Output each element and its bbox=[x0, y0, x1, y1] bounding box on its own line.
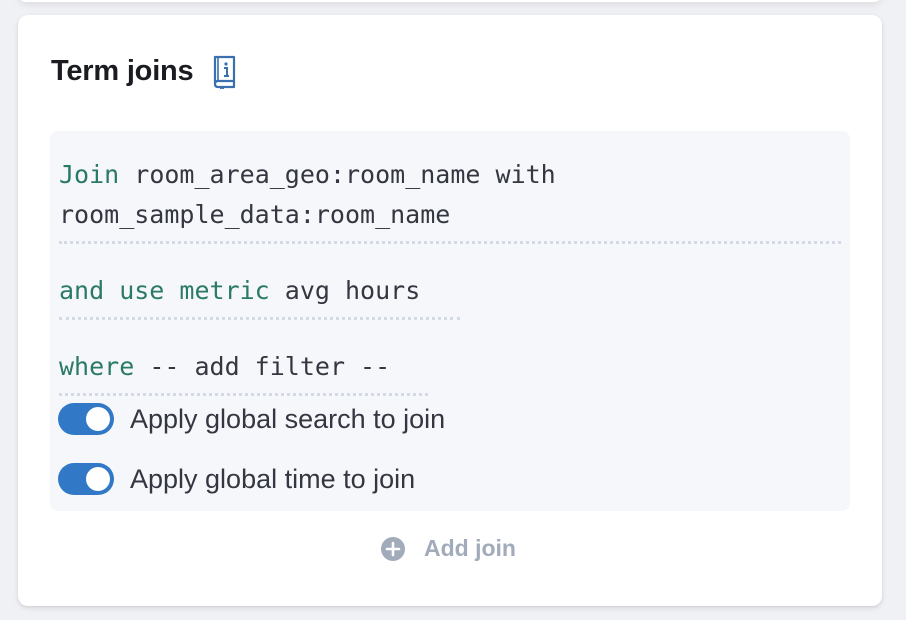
metric-keyword: and use metric bbox=[59, 276, 270, 305]
where-filter-text: -- add filter -- bbox=[149, 352, 391, 381]
panel-header: Term joins bbox=[51, 53, 240, 90]
join-expression-box: Join room_area_geo:room_name with room_s… bbox=[50, 131, 850, 511]
join-left-source-expression[interactable]: Join room_area_geo:room_name with bbox=[59, 155, 556, 195]
previous-panel-edge bbox=[18, 0, 882, 2]
where-keyword: where bbox=[59, 352, 135, 381]
join-left-source-text: room_area_geo:room_name with bbox=[134, 160, 556, 189]
global-search-toggle[interactable] bbox=[58, 403, 114, 435]
join-right-source-text: room_sample_data:room_name bbox=[59, 200, 451, 229]
global-search-toggle-row[interactable]: Apply global search to join bbox=[58, 403, 445, 435]
global-time-toggle-row[interactable]: Apply global time to join bbox=[58, 463, 415, 495]
metric-text: avg hours bbox=[284, 276, 421, 305]
panel-title: Term joins bbox=[51, 55, 194, 87]
join-keyword: Join bbox=[59, 160, 120, 189]
global-search-toggle-label: Apply global search to join bbox=[130, 403, 446, 434]
join-right-source-expression[interactable]: room_sample_data:room_name bbox=[59, 195, 450, 235]
add-join-label: Add join bbox=[424, 535, 516, 561]
metric-underline bbox=[59, 317, 460, 320]
global-time-toggle[interactable] bbox=[58, 463, 114, 495]
toggle-knob bbox=[86, 467, 110, 491]
toggle-knob bbox=[86, 407, 110, 431]
book-info-icon[interactable] bbox=[210, 53, 240, 90]
join-source-underline bbox=[59, 241, 841, 244]
global-time-toggle-label: Apply global time to join bbox=[130, 463, 416, 494]
add-join-button[interactable]: Add join bbox=[380, 535, 516, 562]
where-expression[interactable]: where -- add filter -- bbox=[59, 347, 390, 387]
where-underline bbox=[59, 393, 428, 396]
page: Term joins Join room_area_geo:room_name … bbox=[0, 0, 906, 620]
term-joins-panel: Term joins Join room_area_geo:room_name … bbox=[18, 15, 882, 606]
metric-expression[interactable]: and use metric avg hours bbox=[59, 271, 420, 311]
plus-circle-icon bbox=[380, 536, 406, 562]
